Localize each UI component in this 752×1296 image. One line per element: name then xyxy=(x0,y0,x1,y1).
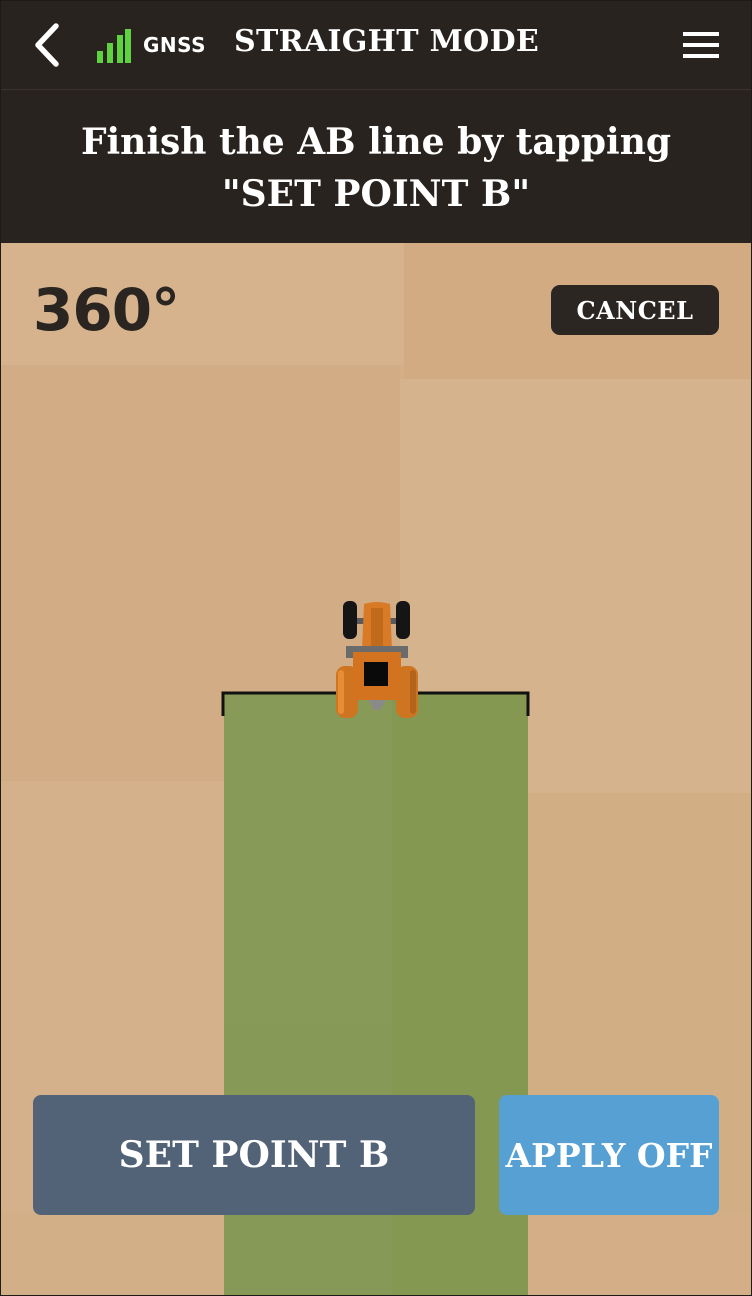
chevron-left-icon xyxy=(35,23,59,67)
instruction-line-2: "SET POINT B" xyxy=(221,173,531,215)
heading-readout: 360° xyxy=(33,276,180,344)
cancel-button[interactable]: CANCEL xyxy=(551,285,719,335)
apply-off-button[interactable]: APPLY OFF xyxy=(499,1095,719,1215)
set-point-b-button[interactable]: SET POINT B xyxy=(33,1095,475,1215)
signal-bars-icon xyxy=(97,29,131,63)
app-screen: GNSS STRAIGHT MODE Finish the AB line by… xyxy=(0,0,752,1296)
back-button[interactable] xyxy=(22,18,72,72)
instruction-line-1: Finish the AB line by tapping xyxy=(80,121,672,163)
page-title: STRAIGHT MODE xyxy=(234,24,540,59)
menu-button[interactable] xyxy=(676,26,726,64)
top-bar: GNSS STRAIGHT MODE xyxy=(0,0,752,90)
tractor-icon xyxy=(336,601,418,718)
instruction-banner: Finish the AB line by tapping "SET POINT… xyxy=(0,90,752,243)
instruction-text: Finish the AB line by tapping "SET POINT… xyxy=(0,116,752,220)
hamburger-menu-icon xyxy=(683,32,719,58)
gnss-label: GNSS xyxy=(143,33,207,57)
